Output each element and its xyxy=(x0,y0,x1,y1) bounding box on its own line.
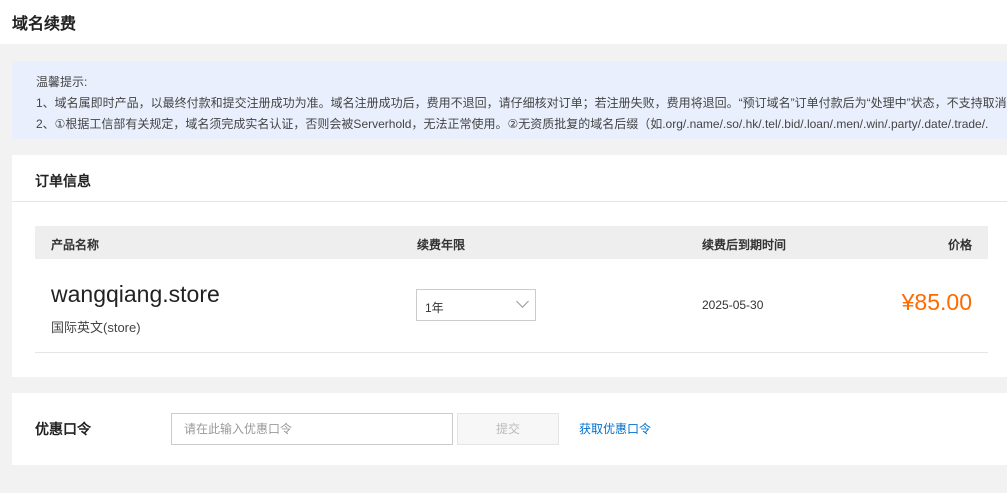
notice-box: 温馨提示: 1、域名属即时产品，以最终付款和提交注册成功为准。域名注册成功后，费… xyxy=(12,61,1007,139)
domain-name: wangqiang.store xyxy=(51,281,220,307)
order-info-title: 订单信息 xyxy=(35,173,91,189)
table-header: 产品名称 续费年限 续费后到期时间 价格 xyxy=(35,226,988,259)
col-price: 价格 xyxy=(947,238,972,252)
col-years: 续费年限 xyxy=(417,238,466,252)
notice-line-2: 2、①根据工信部有关规定，域名须完成实名认证，否则会被Serverhold，无法… xyxy=(36,117,989,131)
page-header: 域名续费 xyxy=(0,0,1007,44)
order-info-card: 订单信息 产品名称 续费年限 续费后到期时间 价格 wangqiang.stor… xyxy=(12,155,1007,377)
domain-type: 国际英文(store) xyxy=(51,320,141,335)
notice-line-1: 1、域名属即时产品，以最终付款和提交注册成功为准。域名注册成功后，费用不退回，请… xyxy=(36,96,1007,110)
submit-button[interactable]: 提交 xyxy=(457,413,559,445)
col-product: 产品名称 xyxy=(51,238,100,252)
years-value: 1年 xyxy=(425,301,444,315)
table-row: wangqiang.store 国际英文(store) 1年 2025-05-3… xyxy=(35,259,988,353)
years-select[interactable]: 1年 xyxy=(416,289,536,321)
coupon-label: 优惠口令 xyxy=(35,421,91,437)
expiry-date: 2025-05-30 xyxy=(702,298,764,312)
col-expiry: 续费后到期时间 xyxy=(702,238,787,252)
notice-title: 温馨提示: xyxy=(36,75,88,89)
coupon-input[interactable] xyxy=(171,413,453,445)
get-coupon-link[interactable]: 获取优惠口令 xyxy=(579,420,651,437)
page-title: 域名续费 xyxy=(12,16,77,33)
coupon-card: 优惠口令 提交 获取优惠口令 xyxy=(12,393,1007,465)
chevron-down-icon xyxy=(516,295,529,308)
price: ¥85.00 xyxy=(901,289,972,315)
divider xyxy=(12,201,1007,202)
